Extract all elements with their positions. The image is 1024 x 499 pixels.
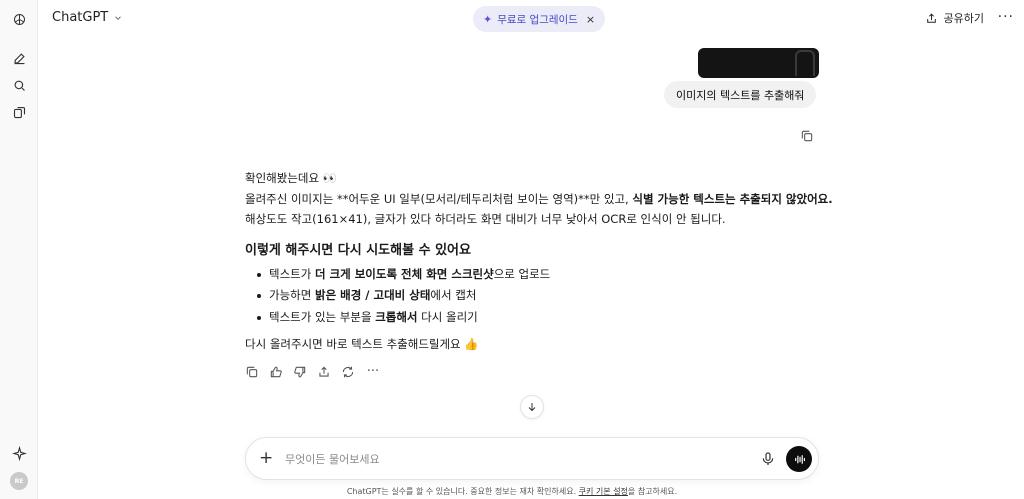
list-item: 가능하면 밝은 배경 / 고대비 상태에서 캡처 xyxy=(245,285,825,307)
disclaimer-footer: ChatGPT는 실수를 할 수 있습니다. 중요한 정보는 재차 확인하세요.… xyxy=(0,486,1024,497)
waveform-icon xyxy=(794,454,805,464)
thumbs-down-icon[interactable] xyxy=(293,365,307,379)
user-uploaded-image[interactable] xyxy=(698,48,819,78)
bullet-text: 텍스트가 있는 부분을 xyxy=(269,309,376,324)
share-icon[interactable] xyxy=(317,365,331,379)
openai-logo-icon[interactable] xyxy=(9,9,29,29)
library-icon[interactable] xyxy=(9,102,29,122)
assistant-line: 확인해봤는데요 👀 xyxy=(245,171,338,185)
model-name: ChatGPT xyxy=(52,10,109,25)
more-icon[interactable]: ··· xyxy=(365,365,381,379)
bullet-text: 다시 올리기 xyxy=(417,309,478,324)
new-chat-icon[interactable] xyxy=(9,48,29,68)
copy-icon[interactable] xyxy=(800,128,814,142)
cookie-settings-link[interactable]: 쿠키 기본 설정 xyxy=(579,487,628,496)
composer: + xyxy=(245,437,819,480)
image-fragment xyxy=(795,50,815,76)
voice-mode-button[interactable] xyxy=(786,446,812,472)
more-options-button[interactable]: ··· xyxy=(998,9,1014,25)
thumbs-up-icon[interactable] xyxy=(269,365,283,379)
bullet-text: 으로 업로드 xyxy=(493,266,551,281)
microphone-icon[interactable] xyxy=(760,451,776,467)
scroll-down-button[interactable] xyxy=(520,395,544,419)
regenerate-icon[interactable] xyxy=(341,365,355,379)
assistant-bullet-list: 텍스트가 더 크게 보이도록 전체 화면 스크린샷으로 업로드 가능하면 밝은 … xyxy=(245,264,825,329)
assistant-heading: 이렇게 해주시면 다시 시도해볼 수 있어요 xyxy=(245,242,471,258)
assistant-message: 확인해봤는데요 👀 올려주신 이미지는 **어두운 UI 일부(모서리/테두리처… xyxy=(245,168,833,355)
share-button[interactable]: 공유하기 xyxy=(925,10,984,26)
message-actions: ··· xyxy=(245,365,381,379)
sparkle-icon: ✦ xyxy=(483,12,493,26)
bullet-bold-text: 밝은 배경 / 고대비 상태 xyxy=(314,288,431,302)
bullet-text: 에서 캡처 xyxy=(430,288,477,302)
model-selector[interactable]: ChatGPT xyxy=(52,10,123,25)
share-icon xyxy=(926,12,936,23)
list-item: 텍스트가 더 크게 보이도록 전체 화면 스크린샷으로 업로드 xyxy=(245,264,825,286)
user-message-bubble: 이미지의 텍스트를 추출해줘 xyxy=(664,81,817,108)
assistant-line: 해상도도 작고(161×41), 글자가 있다 하더라도 화면 대비가 너무 낮… xyxy=(245,212,726,226)
upgrade-label: 무료로 업그레이드 xyxy=(497,13,578,26)
bullet-text: 가능하면 xyxy=(269,288,315,302)
assistant-closing: 다시 올려주시면 바로 텍스트 추출해드릴게요 👍 xyxy=(245,337,479,351)
add-attachment-button[interactable]: + xyxy=(259,450,273,467)
chevron-down-icon xyxy=(115,15,122,20)
top-header: ChatGPT ✦ 무료로 업그레이드 × 공유하기 ··· xyxy=(38,0,1024,38)
search-icon[interactable] xyxy=(9,75,29,95)
list-item: 텍스트가 있는 부분을 크롭해서 다시 올리기 xyxy=(245,307,825,329)
upgrade-button[interactable]: ✦ 무료로 업그레이드 × xyxy=(473,6,606,32)
sparkle-icon[interactable] xyxy=(9,443,29,463)
user-message-text: 이미지의 텍스트를 추출해줘 xyxy=(676,88,805,102)
footer-text: ChatGPT는 실수를 할 수 있습니다. 중요한 정보는 재차 확인하세요. xyxy=(346,487,579,496)
footer-text: 을 참고하세요. xyxy=(627,487,678,496)
assistant-text: 올려주신 이미지는 **어두운 UI 일부(모서리/테두리처럼 보이는 영역)*… xyxy=(245,191,633,206)
bullet-bold-text: 더 크게 보이도록 전체 화면 스크린샷 xyxy=(314,266,494,281)
sidebar-rail: RE xyxy=(0,0,38,499)
arrow-down-icon xyxy=(528,403,536,412)
bullet-bold-text: 크롭해서 xyxy=(375,309,418,324)
bullet-text: 텍스트가 xyxy=(269,266,315,281)
assistant-line: 올려주신 이미지는 **어두운 UI 일부(모서리/테두리처럼 보이는 영역)*… xyxy=(245,189,833,210)
copy-icon[interactable] xyxy=(245,365,259,379)
prompt-input[interactable] xyxy=(285,450,705,468)
close-icon[interactable]: × xyxy=(586,13,595,26)
share-label: 공유하기 xyxy=(943,12,984,25)
assistant-bold-text: 식별 가능한 텍스트는 추출되지 않았어요. xyxy=(632,191,833,206)
